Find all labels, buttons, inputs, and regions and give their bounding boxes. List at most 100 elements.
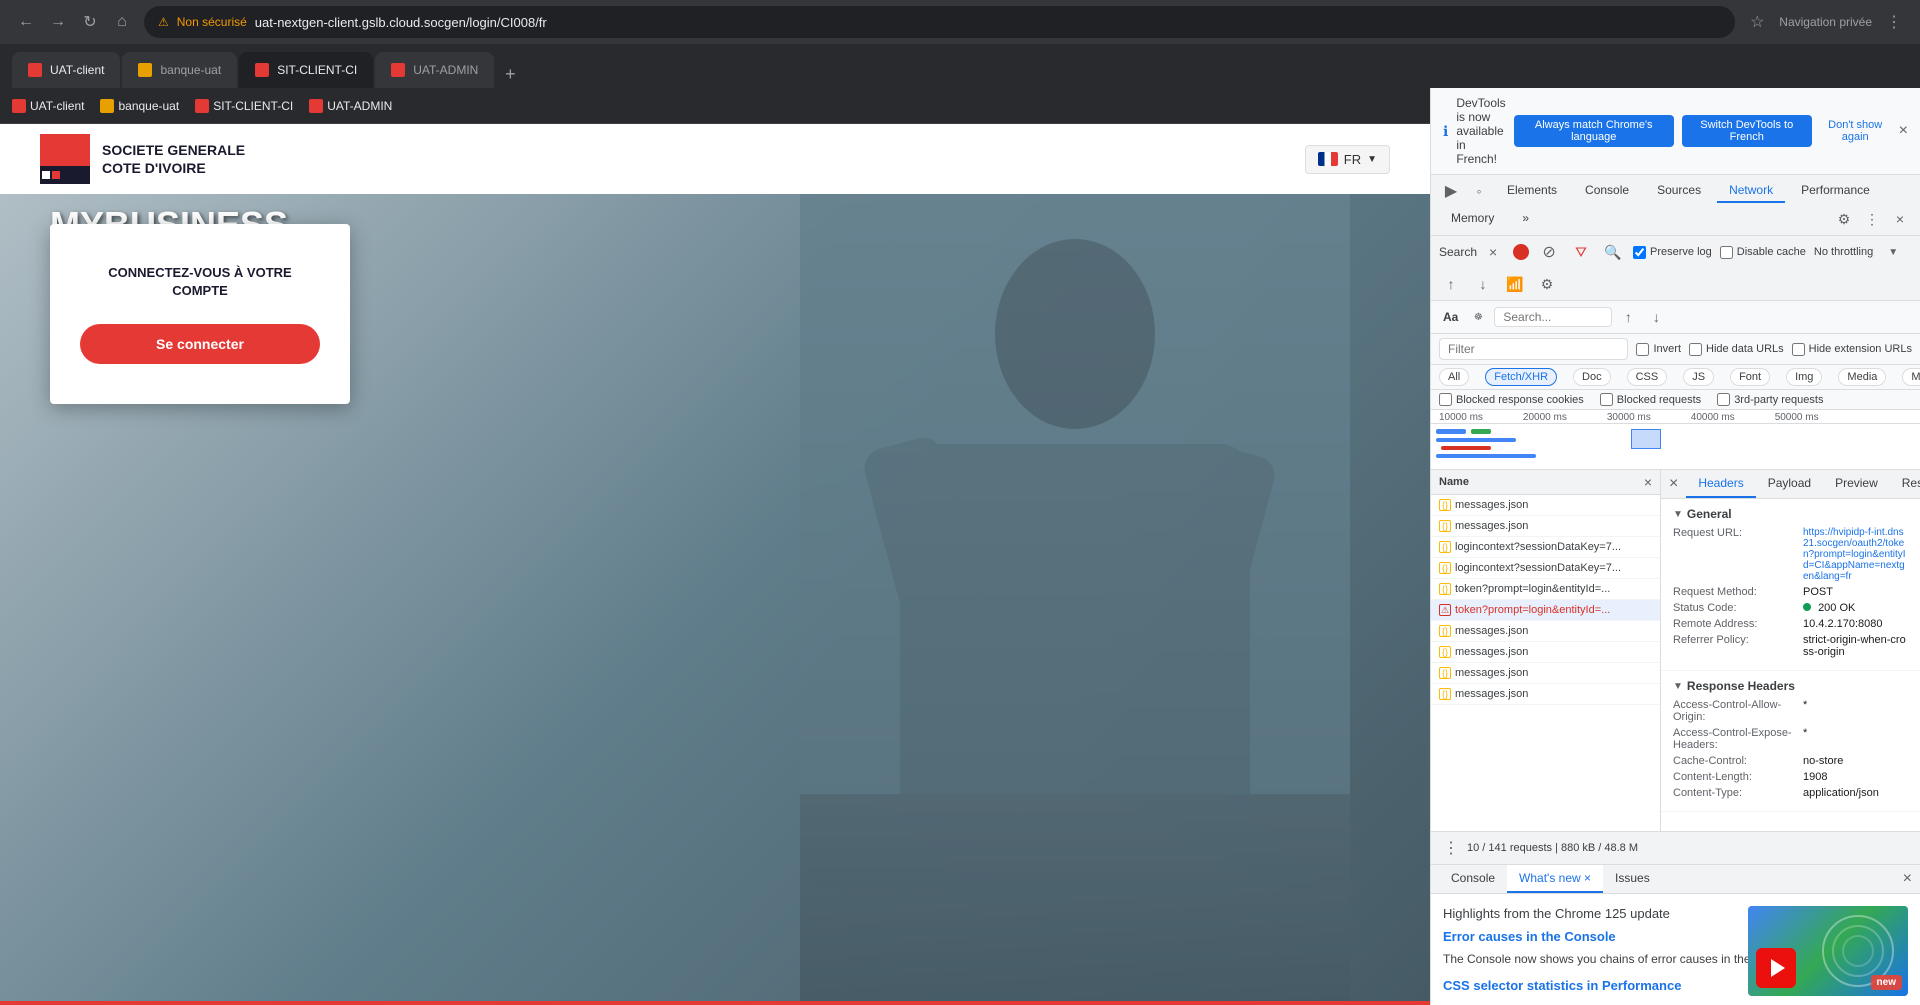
star-button[interactable]: ☆ xyxy=(1743,8,1771,36)
chip-all[interactable]: All xyxy=(1439,368,1469,386)
filter-search-box[interactable] xyxy=(1494,307,1612,327)
chip-manifest[interactable]: Manifest xyxy=(1902,368,1920,386)
reload-button[interactable]: ↻ xyxy=(76,8,104,36)
inspect-element-button[interactable]: ▶ xyxy=(1439,179,1463,203)
tab-favicon-uat-client xyxy=(28,63,42,77)
tab-uat-client[interactable]: UAT-client xyxy=(12,52,120,88)
tab-network[interactable]: Network xyxy=(1717,179,1785,203)
chip-img[interactable]: Img xyxy=(1786,368,1822,386)
font-size-button[interactable]: Aa xyxy=(1439,308,1462,326)
blocked-cookies-input[interactable] xyxy=(1439,393,1452,406)
request-item-5[interactable]: {} token?prompt=login&entityId=... xyxy=(1431,579,1660,600)
hide-extension-urls-input[interactable] xyxy=(1792,343,1805,356)
url-text: uat-nextgen-client.gslb.cloud.socgen/log… xyxy=(255,15,1721,30)
close-notification-button[interactable]: × xyxy=(1899,122,1908,140)
match-language-button[interactable]: Always match Chrome's language xyxy=(1514,115,1674,147)
close-name-col-button[interactable]: × xyxy=(1644,474,1652,490)
request-item-8[interactable]: {} messages.json xyxy=(1431,642,1660,663)
chip-media[interactable]: Media xyxy=(1838,368,1886,386)
close-bottom-panel-button[interactable]: × xyxy=(1903,870,1912,888)
throttling-dropdown-icon[interactable]: ▼ xyxy=(1881,240,1905,264)
tab-uat-admin[interactable]: UAT-ADMIN xyxy=(375,52,494,88)
tab-memory[interactable]: Memory xyxy=(1439,207,1506,231)
browser-chrome: ← → ↻ ⌂ ⚠ Non sécurisé uat-nextgen-clien… xyxy=(0,0,1920,88)
lang-button[interactable]: FR ▼ xyxy=(1305,145,1390,174)
request-item-3[interactable]: {} logincontext?sessionDataKey=7... xyxy=(1431,537,1660,558)
tab-console[interactable]: Console xyxy=(1573,179,1641,203)
record-button[interactable] xyxy=(1513,244,1529,260)
bookmark-uat-admin[interactable]: UAT-ADMIN xyxy=(309,99,392,113)
tab-banque-uat[interactable]: banque-uat xyxy=(122,52,237,88)
new-tab-button[interactable]: + xyxy=(496,60,524,88)
request-item-4[interactable]: {} logincontext?sessionDataKey=7... xyxy=(1431,558,1660,579)
chip-doc[interactable]: Doc xyxy=(1573,368,1611,386)
tab-performance[interactable]: Performance xyxy=(1789,179,1882,203)
video-thumbnail[interactable]: new xyxy=(1748,906,1908,996)
chip-font[interactable]: Font xyxy=(1730,368,1770,386)
request-item-10[interactable]: {} messages.json xyxy=(1431,684,1660,705)
preserve-log-input[interactable] xyxy=(1633,246,1646,259)
general-section-header[interactable]: ▼ General xyxy=(1673,507,1908,521)
details-tab-response[interactable]: Response xyxy=(1890,470,1920,498)
dont-show-again-button[interactable]: Don't show again xyxy=(1820,119,1891,143)
throttling-button[interactable]: No throttling xyxy=(1814,246,1873,258)
filter-button[interactable]: ⛛ xyxy=(1569,240,1593,264)
bookmark-uat-client[interactable]: UAT-client xyxy=(12,99,84,113)
clear-button[interactable]: ⊘ xyxy=(1537,240,1561,264)
download-button[interactable]: ↓ xyxy=(1644,305,1668,329)
back-button[interactable]: ← xyxy=(12,8,40,36)
more-options-status-icon[interactable]: ⋮ xyxy=(1439,836,1463,860)
details-tab-payload[interactable]: Payload xyxy=(1756,470,1823,498)
export-button[interactable]: ↓ xyxy=(1471,272,1495,296)
tab-elements[interactable]: Elements xyxy=(1495,179,1569,203)
request-item-9[interactable]: {} messages.json xyxy=(1431,663,1660,684)
invert-input[interactable] xyxy=(1636,343,1649,356)
request-item-7[interactable]: {} messages.json xyxy=(1431,621,1660,642)
chip-fetch-xhr[interactable]: Fetch/XHR xyxy=(1485,368,1557,386)
bookmark-sit-client[interactable]: SIT-CLIENT-CI xyxy=(195,99,293,113)
third-party-input[interactable] xyxy=(1717,393,1730,406)
details-tab-headers[interactable]: Headers xyxy=(1686,470,1755,498)
close-details-button[interactable]: × xyxy=(1661,470,1686,498)
tab-sit-client-ci[interactable]: SIT-CLIENT-CI xyxy=(239,52,373,88)
login-button[interactable]: Se connecter xyxy=(80,324,320,364)
settings-icon[interactable]: ⚙ xyxy=(1832,207,1856,231)
close-devtools-button[interactable]: × xyxy=(1888,207,1912,231)
switch-devtools-button[interactable]: Switch DevTools to French xyxy=(1682,115,1812,147)
settings-network-icon[interactable]: ⚙ xyxy=(1535,272,1559,296)
more-options-icon[interactable]: ⋮ xyxy=(1860,207,1884,231)
bottom-tab-console[interactable]: Console xyxy=(1439,865,1507,893)
request-item-1[interactable]: {} messages.json xyxy=(1431,495,1660,516)
close-search-button[interactable]: × xyxy=(1481,240,1505,264)
bottom-tab-issues[interactable]: Issues xyxy=(1603,865,1662,893)
filter-input[interactable] xyxy=(1439,338,1628,360)
address-bar[interactable]: ⚠ Non sécurisé uat-nextgen-client.gslb.c… xyxy=(144,6,1735,38)
home-button[interactable]: ⌂ xyxy=(108,8,136,36)
request-item-2[interactable]: {} messages.json xyxy=(1431,516,1660,537)
search-button[interactable]: 🔍 xyxy=(1601,240,1625,264)
forward-button[interactable]: → xyxy=(44,8,72,36)
wifi-icon[interactable]: 📶 xyxy=(1503,272,1527,296)
filter-search-input[interactable] xyxy=(1503,310,1603,324)
tab-sources[interactable]: Sources xyxy=(1645,179,1713,203)
import-button[interactable]: ↑ xyxy=(1439,272,1463,296)
request-item-6[interactable]: ⚠ token?prompt=login&entityId=... xyxy=(1431,600,1660,621)
tab-more[interactable]: » xyxy=(1510,207,1541,231)
hide-data-urls-input[interactable] xyxy=(1689,343,1702,356)
upload-button[interactable]: ↑ xyxy=(1616,305,1640,329)
security-label: Non sécurisé xyxy=(177,15,247,29)
font-toggle-button[interactable]: ☸ xyxy=(1466,305,1490,329)
details-tab-preview[interactable]: Preview xyxy=(1823,470,1890,498)
chip-css[interactable]: CSS xyxy=(1627,368,1668,386)
play-button[interactable] xyxy=(1756,948,1796,988)
chip-js[interactable]: JS xyxy=(1683,368,1714,386)
browser-toolbar: ← → ↻ ⌂ ⚠ Non sécurisé uat-nextgen-clien… xyxy=(0,0,1920,44)
bottom-tab-whats-new[interactable]: What's new × xyxy=(1507,865,1603,893)
tab-label-sit-client-ci: SIT-CLIENT-CI xyxy=(277,63,357,77)
bookmark-banque-uat[interactable]: banque-uat xyxy=(100,99,179,113)
blocked-requests-input[interactable] xyxy=(1600,393,1613,406)
menu-button[interactable]: ⋮ xyxy=(1880,8,1908,36)
disable-cache-input[interactable] xyxy=(1720,246,1733,259)
device-toolbar-button[interactable]: ◦ xyxy=(1467,179,1491,203)
response-headers-section-header[interactable]: ▼ Response Headers xyxy=(1673,679,1908,693)
